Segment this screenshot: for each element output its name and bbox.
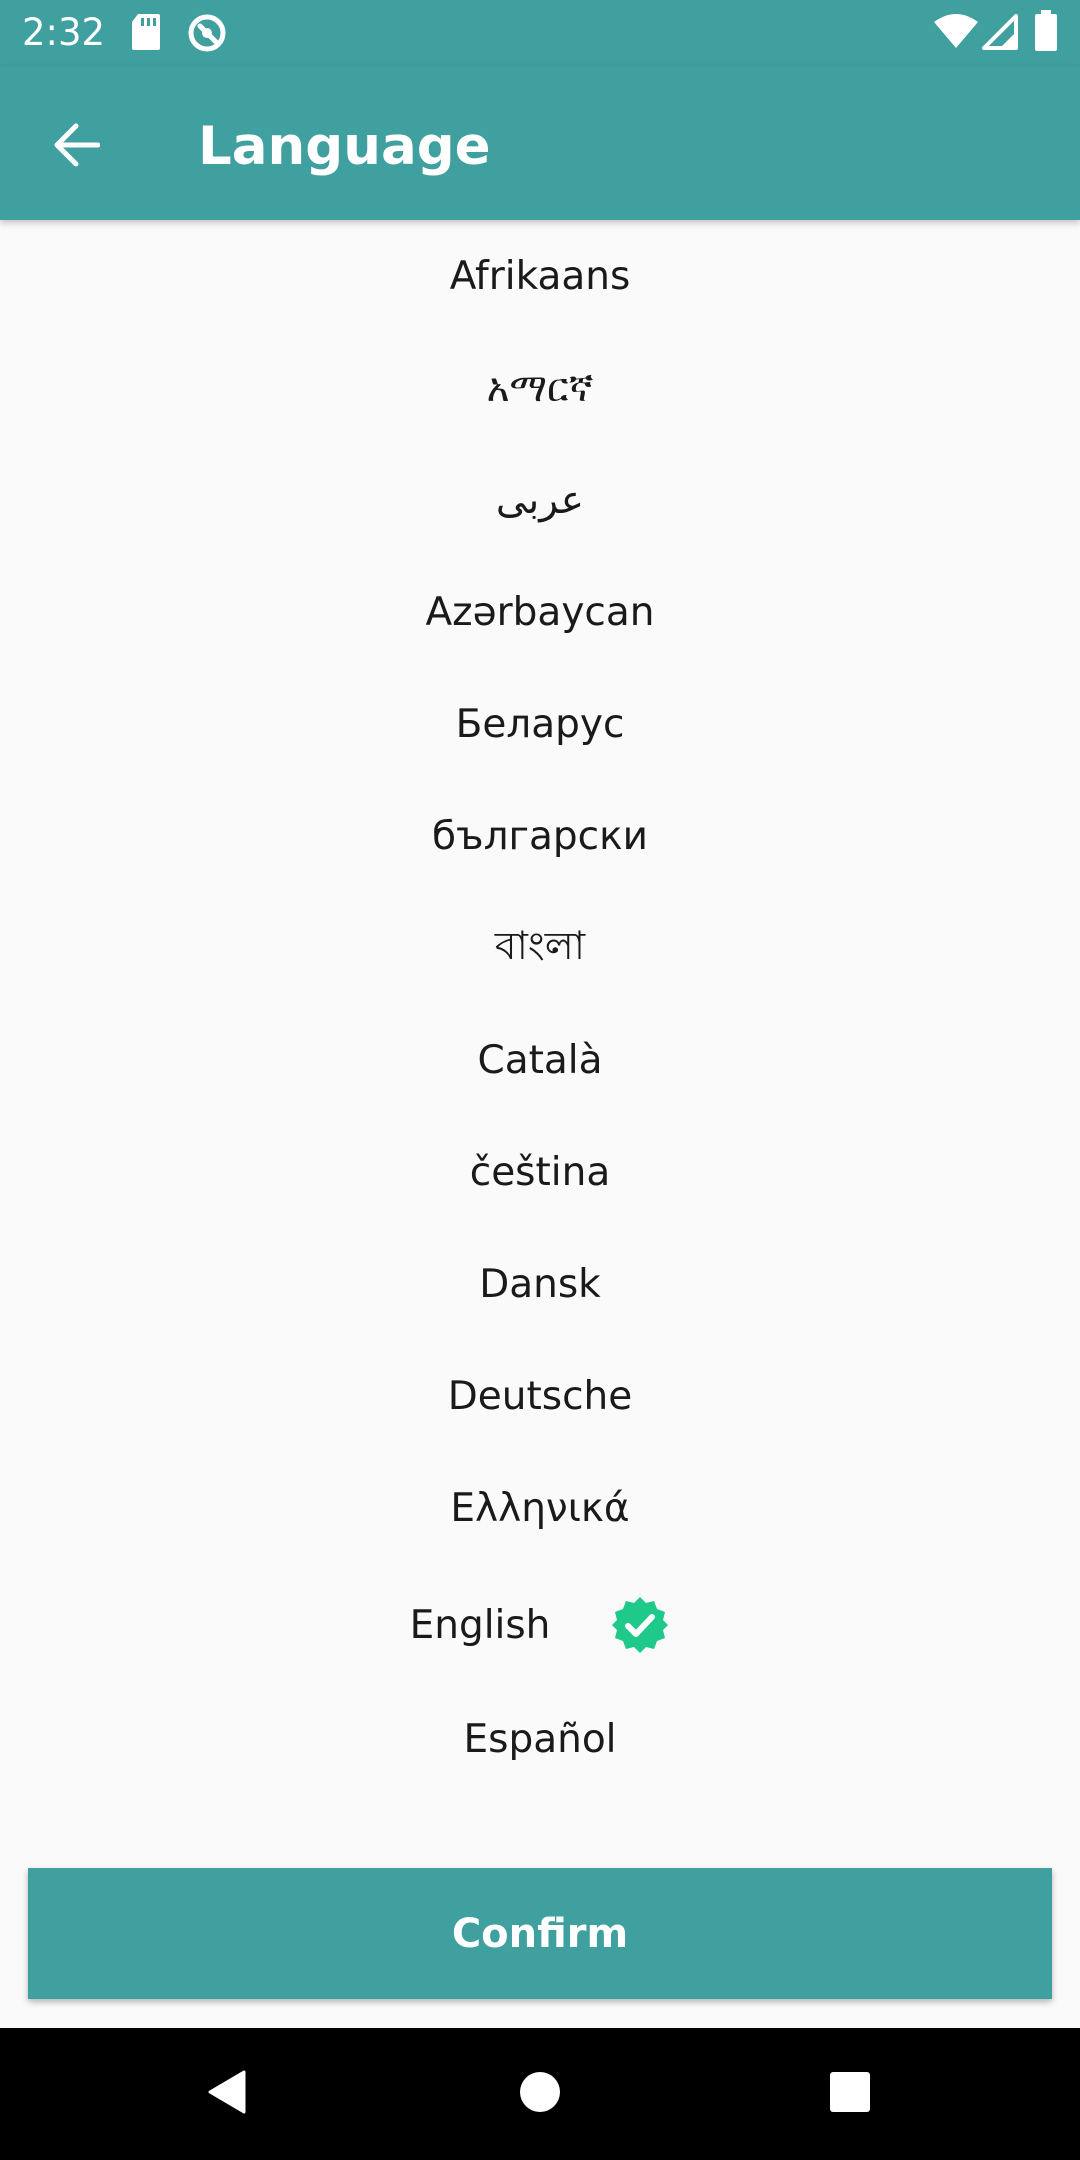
- wifi-icon: [934, 14, 978, 55]
- page-title: Language: [198, 116, 491, 177]
- language-item-danish[interactable]: Dansk: [0, 1228, 1080, 1340]
- nav-recents-button[interactable]: [810, 2054, 890, 2134]
- language-item-spanish[interactable]: Español: [0, 1683, 1080, 1795]
- language-label: Беларус: [455, 701, 625, 747]
- language-item-arabic[interactable]: عربى: [0, 444, 1080, 556]
- status-time: 2:32: [22, 11, 106, 54]
- back-button[interactable]: [40, 111, 112, 183]
- language-label: Español: [463, 1716, 617, 1762]
- language-label: English: [409, 1602, 551, 1648]
- language-item-afrikaans[interactable]: Afrikaans: [0, 220, 1080, 332]
- back-triangle-icon: [204, 2068, 248, 2121]
- language-item-german[interactable]: Deutsche: [0, 1340, 1080, 1452]
- language-label: عربى: [495, 477, 585, 523]
- home-circle-icon: [518, 2070, 562, 2119]
- recents-square-icon: [828, 2070, 872, 2119]
- language-label: বাংলা: [494, 923, 586, 969]
- language-label: Dansk: [479, 1261, 601, 1307]
- language-item-bengali[interactable]: বাংলা: [0, 892, 1080, 1004]
- language-item-catalan[interactable]: Català: [0, 1004, 1080, 1116]
- language-label: Ελληνικά: [450, 1485, 630, 1531]
- status-bar: 2:32: [0, 0, 1080, 66]
- language-screen: 2:32 Language Afrikaans አማርኛ عربى Azərba…: [0, 0, 1080, 2160]
- language-label: čeština: [469, 1149, 611, 1195]
- language-item-amharic[interactable]: አማርኛ: [0, 332, 1080, 444]
- signal-icon: [982, 14, 1018, 55]
- language-label: Deutsche: [447, 1373, 633, 1419]
- language-item-belarusian[interactable]: Беларус: [0, 668, 1080, 780]
- app-bar: Language: [0, 66, 1080, 220]
- nav-home-button[interactable]: [500, 2054, 580, 2134]
- language-label: български: [431, 813, 649, 859]
- language-label: Afrikaans: [449, 253, 631, 299]
- language-item-greek[interactable]: Ελληνικά: [0, 1452, 1080, 1564]
- arrow-left-icon: [52, 123, 101, 172]
- sync-icon: [186, 12, 228, 59]
- language-item-bulgarian[interactable]: български: [0, 780, 1080, 892]
- language-item-czech[interactable]: čeština: [0, 1116, 1080, 1228]
- language-label: Català: [477, 1037, 603, 1083]
- confirm-button[interactable]: Confirm: [28, 1868, 1052, 1999]
- battery-icon: [1034, 10, 1058, 57]
- language-list[interactable]: Afrikaans አማርኛ عربى Azərbaycan Беларус б…: [0, 220, 1080, 1840]
- language-label: Azərbaycan: [425, 589, 655, 635]
- navigation-bar: [0, 2028, 1080, 2160]
- nav-back-button[interactable]: [186, 2054, 266, 2134]
- sd-card-icon: [130, 12, 162, 57]
- language-label: አማርኛ: [486, 365, 594, 411]
- language-item-azerbaijani[interactable]: Azərbaycan: [0, 556, 1080, 668]
- verified-check-icon: [610, 1595, 670, 1655]
- language-item-english[interactable]: English: [0, 1569, 1080, 1681]
